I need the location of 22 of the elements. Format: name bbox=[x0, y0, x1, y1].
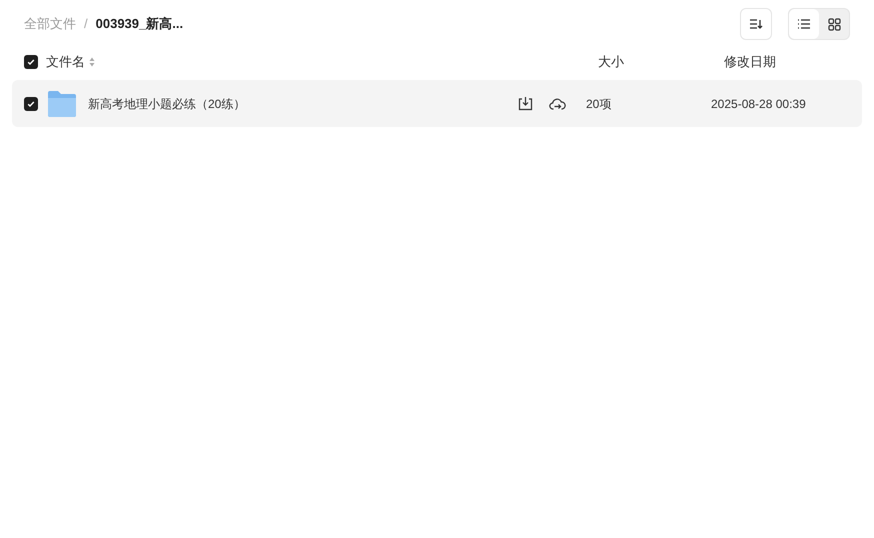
cloud-icon[interactable] bbox=[549, 96, 566, 110]
column-header[interactable]: 文件名 bbox=[46, 52, 85, 72]
file-size: 20项 bbox=[586, 96, 612, 112]
check-icon bbox=[27, 58, 35, 66]
checkbox[interactable] bbox=[24, 55, 38, 69]
file-name[interactable]: 新高考地理小题必练（20练） bbox=[88, 94, 518, 112]
list-icon bbox=[797, 18, 811, 30]
breadcrumb-separator: / bbox=[84, 15, 88, 34]
view-mode-button[interactable] bbox=[789, 9, 819, 39]
download-icon[interactable] bbox=[518, 96, 533, 111]
column-header: 大小 bbox=[598, 53, 625, 72]
sort-button[interactable] bbox=[740, 8, 772, 40]
modified-date: 2025-08-28 00:39 bbox=[711, 96, 806, 112]
folder-icon bbox=[47, 90, 77, 117]
sort-icon bbox=[749, 18, 763, 30]
check-icon bbox=[27, 100, 35, 108]
file-row[interactable]: 新高考地理小题必练（20练） 20项 2025-08-28 00:39 bbox=[12, 80, 862, 127]
checkbox[interactable] bbox=[24, 96, 38, 110]
sort-icon bbox=[89, 57, 95, 67]
grid-icon bbox=[828, 18, 840, 30]
breadcrumb-link[interactable]: 003939_新高... bbox=[96, 14, 184, 34]
column-header: 修改日期 bbox=[724, 53, 776, 72]
